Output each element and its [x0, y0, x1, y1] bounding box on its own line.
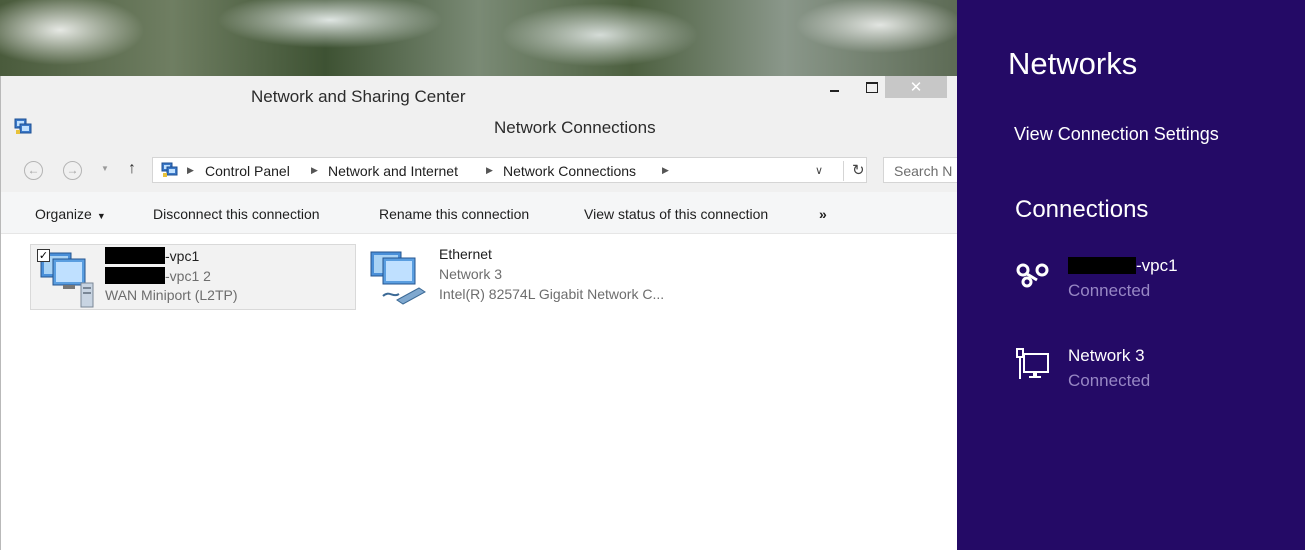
- rename-connection-button[interactable]: Rename this connection: [379, 206, 529, 222]
- connection-item-ethernet[interactable]: Ethernet Network 3 Intel(R) 82574L Gigab…: [365, 244, 685, 310]
- desktop-wallpaper: [0, 0, 957, 76]
- network-item-ethernet[interactable]: Network 3 Connected: [1015, 346, 1285, 394]
- forward-arrow-icon: →: [66, 163, 79, 177]
- organize-menu-button[interactable]: Organize ▼: [35, 206, 106, 222]
- connections-header: Connections: [1015, 196, 1149, 223]
- breadcrumb-network-and-internet[interactable]: Network and Internet: [328, 163, 458, 179]
- connection-device: Intel(R) 82574L Gigabit Network C...: [439, 286, 665, 302]
- back-arrow-icon: ←: [27, 163, 40, 177]
- networks-charm-panel: Networks View Connection Settings Connec…: [957, 0, 1305, 550]
- redacted-block: [105, 247, 165, 264]
- network-item-vpn[interactable]: -vpc1 Connected: [1015, 256, 1285, 304]
- address-bar[interactable]: ▶ Control Panel ▶ Network and Internet ▶…: [152, 157, 867, 183]
- redacted-block: [1068, 257, 1136, 274]
- selection-checkbox[interactable]: ✓: [37, 249, 50, 262]
- breadcrumb-separator-icon[interactable]: ▶: [187, 165, 194, 176]
- maximize-button[interactable]: [859, 76, 885, 98]
- connection-name: Ethernet: [439, 246, 492, 262]
- forward-button[interactable]: →: [63, 161, 82, 180]
- network-name: -vpc1: [1068, 256, 1178, 276]
- network-connections-location-icon: [161, 162, 178, 177]
- connection-network-suffix: -vpc1 2: [165, 268, 211, 284]
- outer-window-title: Network and Sharing Center: [251, 87, 466, 106]
- ethernet-connection-icon: [370, 251, 426, 305]
- connection-item-vpn[interactable]: ✓ -vpc1 -vpc1 2 WAN Miniport (L2TP): [30, 244, 356, 310]
- chevron-down-icon: ▼: [96, 211, 106, 221]
- navigation-bar: ← → ▼ ↑ ▶ Control Panel ▶ Network and In…: [1, 146, 963, 192]
- breadcrumb-separator-icon[interactable]: ▶: [662, 165, 669, 176]
- network-connections-window: Network Connections ← → ▼ ↑ ▶ Control Pa…: [1, 110, 963, 550]
- minimize-icon: [829, 90, 839, 92]
- connection-name-suffix: -vpc1: [165, 248, 200, 264]
- network-status: Connected: [1068, 281, 1151, 300]
- breadcrumb-separator-icon[interactable]: ▶: [486, 165, 493, 176]
- wired-monitor-icon: [1016, 348, 1049, 379]
- network-name-suffix: -vpc1: [1136, 256, 1178, 275]
- network-name: Network 3: [1068, 346, 1145, 365]
- search-input[interactable]: Search N: [883, 157, 963, 183]
- refresh-icon[interactable]: ↻: [843, 161, 865, 181]
- disconnect-connection-button[interactable]: Disconnect this connection: [153, 206, 320, 222]
- recent-locations-chevron-icon[interactable]: ▼: [101, 164, 109, 173]
- address-dropdown-chevron-icon[interactable]: ∨: [815, 164, 823, 177]
- connection-device: WAN Miniport (L2TP): [105, 287, 238, 303]
- inner-title-bar[interactable]: Network Connections: [1, 110, 957, 146]
- networks-panel-title: Networks: [1008, 46, 1138, 81]
- connections-list: ✓ -vpc1 -vpc1 2 WAN Miniport (L2TP) Ethe…: [1, 234, 957, 550]
- command-bar: Organize ▼ Disconnect this connection Ren…: [1, 192, 957, 234]
- connection-network: Network 3: [439, 266, 503, 282]
- outer-title-bar[interactable]: Network and Sharing Center ✕: [1, 76, 958, 110]
- network-status: Connected: [1068, 371, 1151, 390]
- back-button[interactable]: ←: [24, 161, 43, 180]
- up-arrow-icon[interactable]: ↑: [128, 160, 136, 178]
- more-commands-button[interactable]: »: [819, 206, 827, 222]
- breadcrumb-separator-icon[interactable]: ▶: [311, 165, 318, 176]
- close-button[interactable]: ✕: [885, 76, 947, 98]
- inner-window-title: Network Connections: [494, 118, 656, 137]
- connection-name: -vpc1: [105, 247, 199, 264]
- breadcrumb-control-panel[interactable]: Control Panel: [205, 163, 290, 179]
- network-connections-app-icon: [14, 118, 32, 134]
- maximize-icon: [866, 81, 878, 93]
- search-placeholder: Search N: [894, 163, 953, 179]
- connection-network: -vpc1 2: [105, 267, 211, 284]
- breadcrumb-network-connections[interactable]: Network Connections: [503, 163, 636, 179]
- close-icon: ✕: [909, 79, 923, 96]
- redacted-block: [105, 267, 165, 284]
- view-connection-settings-link[interactable]: View Connection Settings: [1014, 124, 1219, 145]
- vpn-link-icon: [1016, 263, 1049, 288]
- view-status-button[interactable]: View status of this connection: [584, 206, 768, 222]
- minimize-button[interactable]: [821, 76, 847, 98]
- organize-label: Organize: [35, 206, 92, 222]
